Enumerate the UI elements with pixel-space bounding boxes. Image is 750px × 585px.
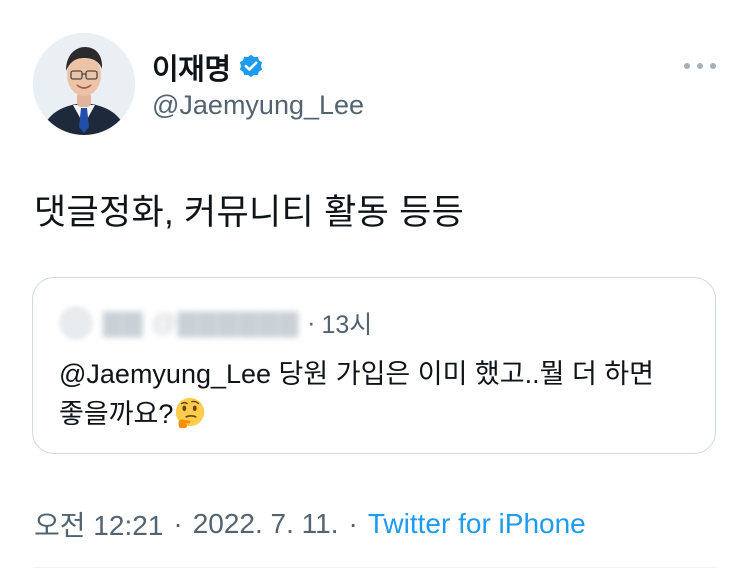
quoted-separator: · (307, 308, 316, 337)
tweet-source-link[interactable]: Twitter for iPhone (368, 508, 586, 540)
quoted-time: 13시 (321, 311, 373, 339)
quoted-mention[interactable]: @Jaemyung_Lee (59, 359, 271, 389)
tweet-time[interactable]: 오전 12:21 (34, 504, 163, 544)
more-dot (710, 63, 716, 69)
quoted-text-line2: 좋을까요? (59, 399, 174, 429)
author-info: 이재명 @Jaemyung_Lee (152, 50, 364, 121)
more-dot (684, 63, 690, 69)
avatar-portrait (33, 33, 135, 135)
author-handle[interactable]: @Jaemyung_Lee (152, 90, 364, 121)
quoted-tweet[interactable]: ▇▇ @▇▇▇▇▇▇ · 13시 @Jaemyung_Lee 당원 가입은 이미… (32, 277, 716, 454)
thinking-face-emoji-icon (173, 396, 207, 430)
tweet-date[interactable]: 2022. 7. 11. (193, 508, 339, 540)
author-display-name[interactable]: 이재명 (152, 46, 231, 88)
more-options-icon[interactable] (684, 58, 716, 74)
meta-separator: · (173, 508, 183, 539)
more-dot (697, 63, 703, 69)
quoted-author-redacted: ▇▇ @▇▇▇▇▇▇ (103, 309, 300, 337)
quoted-author-avatar-blurred (59, 306, 93, 340)
divider (33, 567, 717, 568)
tweet-text: 댓글정화, 커뮤니티 활동 등등 (34, 193, 465, 232)
quoted-tweet-body: @Jaemyung_Lee 당원 가입은 이미 했고..뭘 더 하면 좋을까요? (59, 354, 699, 434)
quoted-tweet-header: ▇▇ @▇▇▇▇▇▇ · 13시 (59, 306, 372, 340)
verified-badge-icon (237, 53, 265, 81)
author-avatar[interactable] (33, 33, 135, 135)
quoted-text-line1: 당원 가입은 이미 했고..뭘 더 하면 (271, 359, 654, 389)
author-name-row: 이재명 (152, 50, 364, 86)
meta-separator: · (348, 508, 358, 539)
tweet-meta: 오전 12:21 · 2022. 7. 11. · Twitter for iP… (34, 504, 586, 544)
